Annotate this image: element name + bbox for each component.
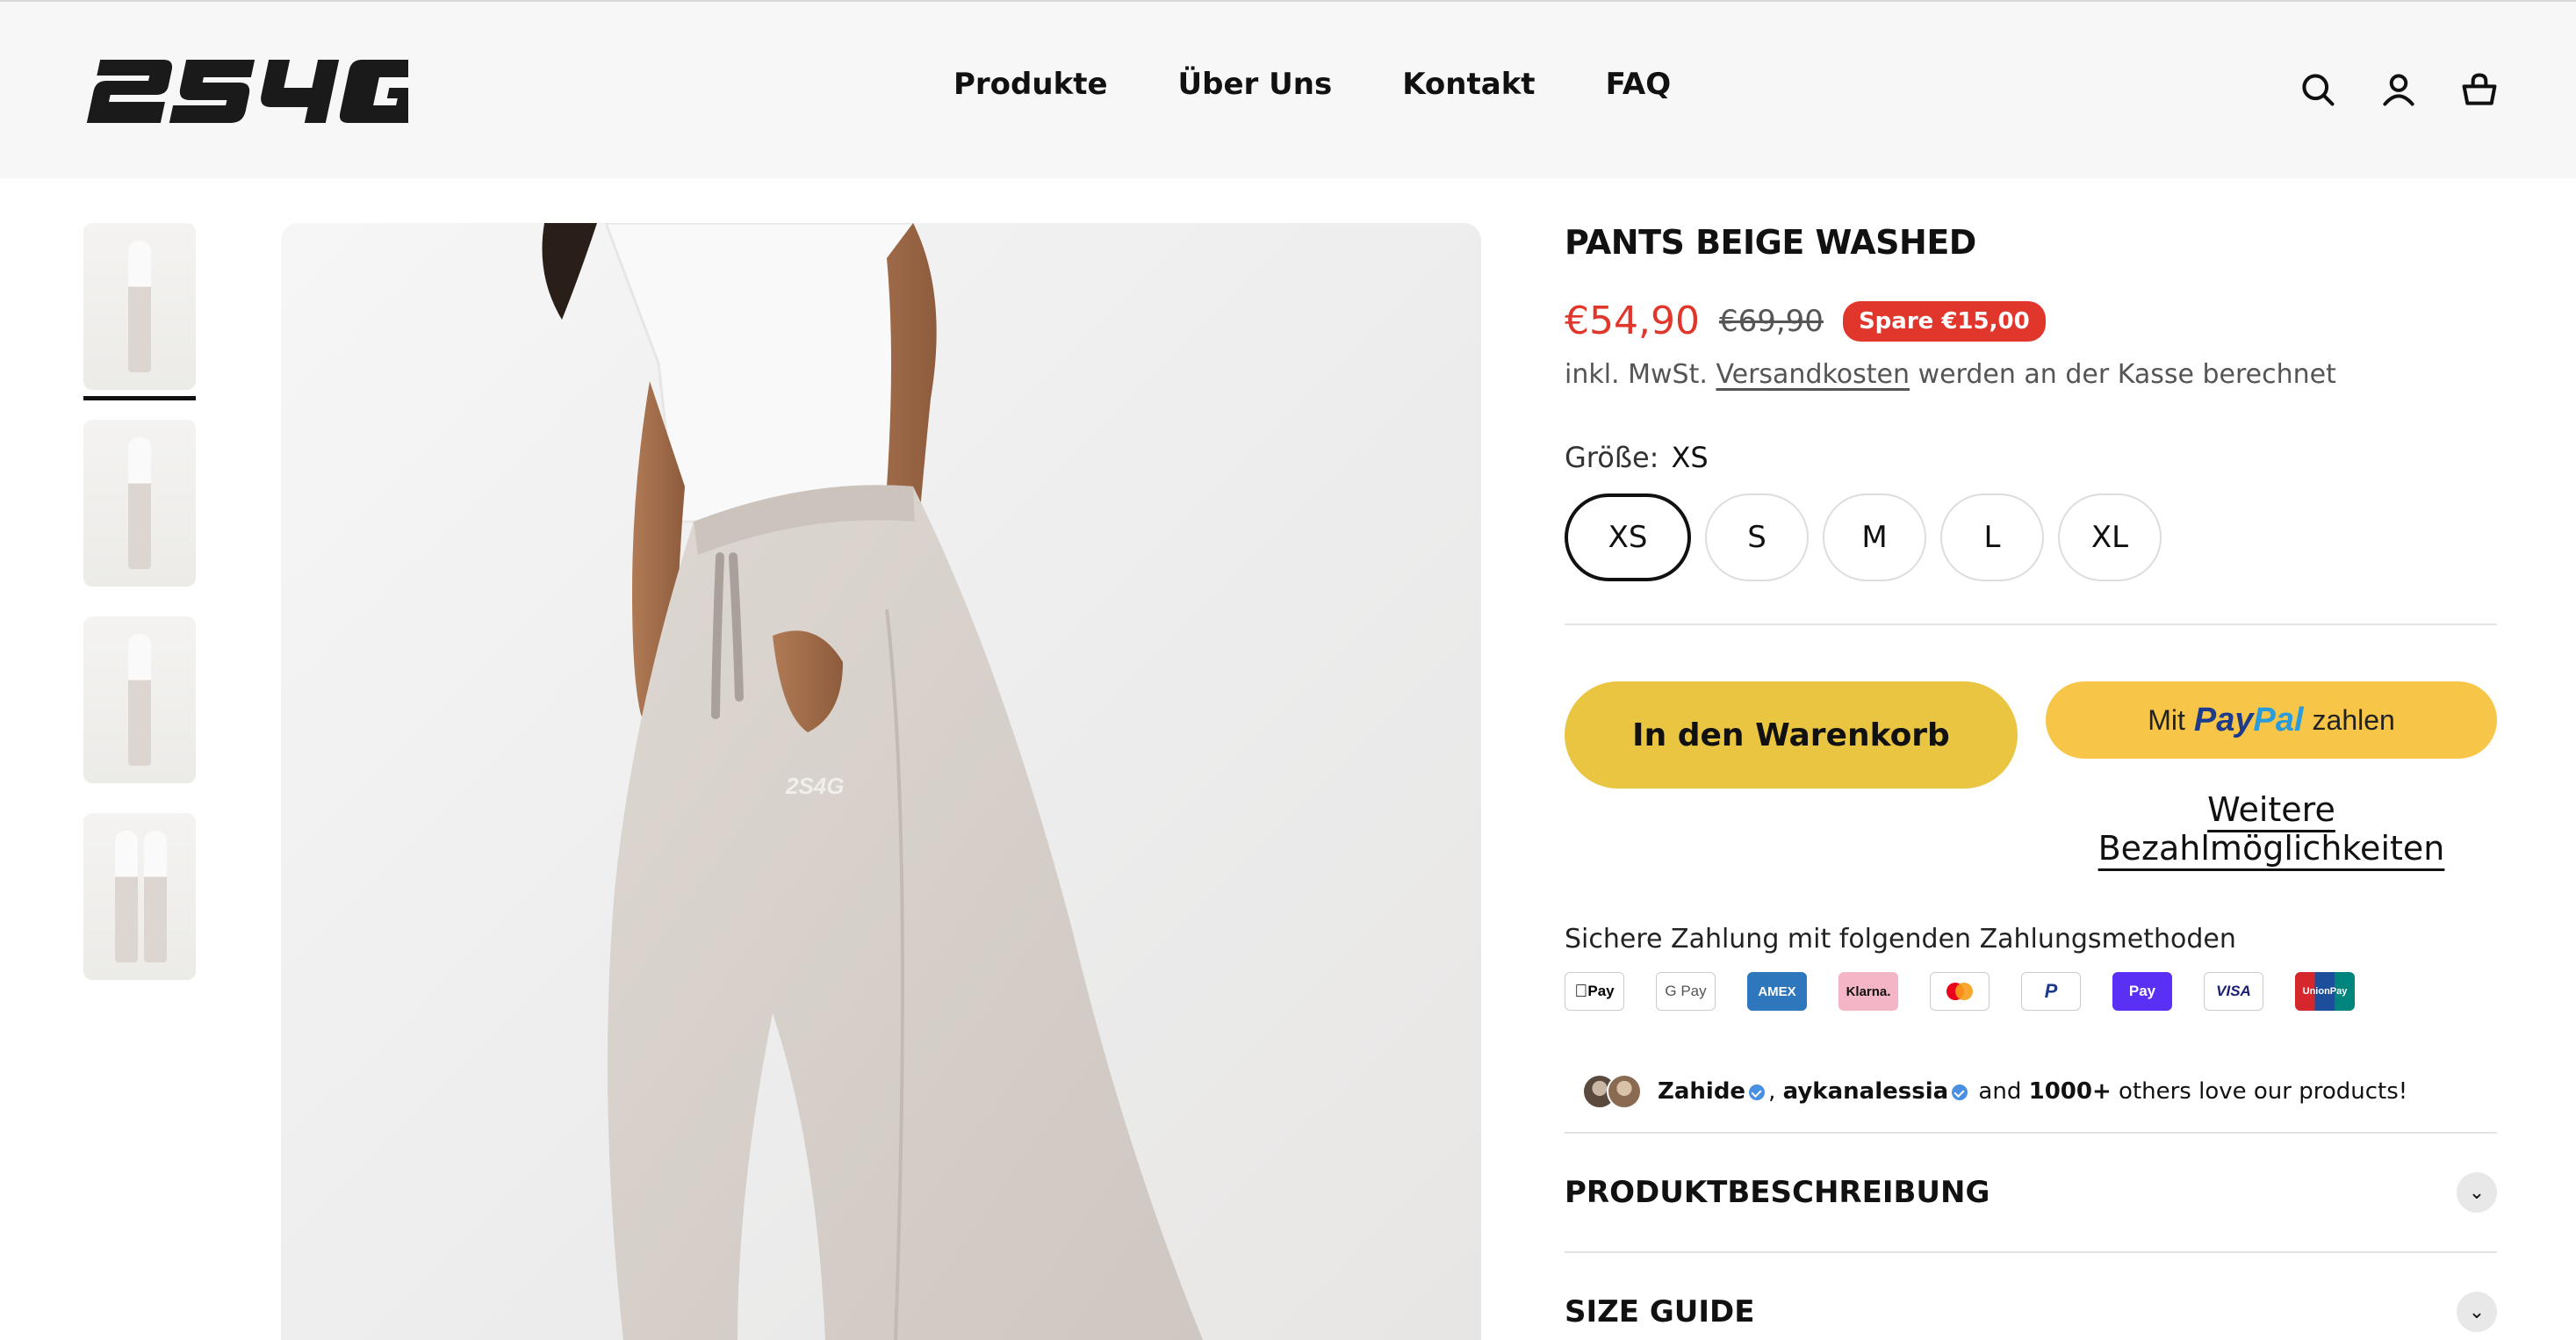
paypal-prefix: Mit: [2148, 703, 2185, 736]
paypal-button[interactable]: Mit PayPal zahlen: [2046, 681, 2497, 759]
size-option-m[interactable]: M: [1823, 493, 1926, 581]
accordion-label: SIZE GUIDE: [1565, 1294, 1755, 1329]
shipping-link[interactable]: Versandkosten: [1716, 359, 1910, 390]
paypal-icon: P: [2021, 972, 2081, 1011]
thumbnail-gallery: [83, 223, 198, 1010]
nav-ueber-uns[interactable]: Über Uns: [1178, 67, 1333, 102]
compare-price: €69,90: [1718, 303, 1824, 339]
size-selected-value: XS: [1671, 441, 1709, 474]
size-option-s[interactable]: S: [1705, 493, 1809, 581]
social-proof: Zahide, aykanalessia and 1000+ others lo…: [1565, 1074, 2497, 1109]
add-to-cart-button[interactable]: In den Warenkorb: [1565, 681, 2018, 789]
avatar: [1607, 1074, 1642, 1109]
active-thumbnail-indicator: [83, 396, 196, 400]
search-icon[interactable]: [2299, 70, 2337, 109]
size-label-text: Größe:: [1565, 441, 1659, 474]
save-badge: Spare €15,00: [1842, 300, 2046, 342]
accordion-label: PRODUKTBESCHREIBUNG: [1565, 1175, 1990, 1210]
visa-icon: VISA: [2204, 972, 2263, 1011]
account-icon[interactable]: [2379, 70, 2418, 109]
verified-icon: [1952, 1084, 1968, 1100]
thumbnail-4[interactable]: [83, 813, 196, 980]
divider: [1565, 623, 2497, 625]
cart-icon[interactable]: [2460, 70, 2499, 109]
express-checkout: Mit PayPal zahlen Weitere Bezahlmöglichk…: [2046, 681, 2497, 868]
accordion-produktbeschreibung[interactable]: PRODUKTBESCHREIBUNG ⌄: [1565, 1132, 2497, 1251]
size-label: Größe: XS: [1565, 441, 2497, 474]
logo-2s4g: [86, 60, 428, 123]
product-title: PANTS BEIGE WASHED: [1565, 223, 1976, 262]
amex-icon: AMEX: [1747, 972, 1807, 1011]
thumbnail-2[interactable]: [83, 420, 196, 587]
size-option-xs[interactable]: XS: [1565, 493, 1691, 581]
paypal-logo: PayPal: [2193, 701, 2304, 738]
product-photo: 2S4G: [542, 223, 1203, 1340]
unionpay-icon: UnionPay: [2295, 972, 2355, 1011]
social-text: Zahide, aykanalessia and 1000+ others lo…: [1658, 1078, 2408, 1105]
avatar-stack: [1582, 1074, 1642, 1109]
size-option-l[interactable]: L: [1940, 493, 2044, 581]
size-selector: XS S M L XL: [1565, 493, 2497, 581]
main-nav: Produkte Über Uns Kontakt FAQ: [953, 67, 1671, 102]
nav-kontakt[interactable]: Kontakt: [1402, 67, 1535, 102]
tax-prefix: inkl. MwSt.: [1565, 359, 1708, 390]
apple-pay-icon: Pay: [1565, 972, 1624, 1011]
chevron-down-icon: ⌄: [2457, 1292, 2497, 1332]
thumbnail-3[interactable]: [83, 616, 196, 783]
buy-buttons: In den Warenkorb Mit PayPal zahlen Weite…: [1565, 681, 2497, 868]
mastercard-icon: [1930, 972, 1990, 1011]
nav-faq[interactable]: FAQ: [1606, 67, 1672, 102]
product-info-panel: PANTS BEIGE WASHED €54,90 €69,90 Spare €…: [1565, 223, 2497, 1340]
size-option-xl[interactable]: XL: [2058, 493, 2162, 581]
brand-logo[interactable]: [83, 56, 428, 126]
shop-pay-icon: Pay: [2112, 972, 2172, 1011]
verified-icon: [1749, 1084, 1766, 1100]
paypal-suffix: zahlen: [2312, 703, 2395, 736]
sale-price: €54,90: [1565, 299, 1700, 343]
more-payment-options-link[interactable]: Weitere Bezahlmöglichkeiten: [2046, 790, 2497, 868]
site-header: Produkte Über Uns Kontakt FAQ: [0, 0, 2576, 178]
svg-text:2S4G: 2S4G: [785, 773, 845, 799]
tax-suffix: werden an der Kasse berechnet: [1918, 359, 2336, 390]
chevron-down-icon: ⌄: [2457, 1172, 2497, 1213]
payment-methods: Pay G Pay AMEX Klarna. P Pay VISA Union…: [1565, 972, 2497, 1011]
tax-info: inkl. MwSt. Versandkosten werden an der …: [1565, 359, 2497, 390]
price-row: €54,90 €69,90 Spare €15,00: [1565, 299, 2497, 343]
secure-payment-title: Sichere Zahlung mit folgenden Zahlungsme…: [1565, 924, 2236, 955]
nav-produkte[interactable]: Produkte: [953, 67, 1108, 102]
product-main-image[interactable]: 2S4G: [281, 223, 1481, 1340]
accordion-size-guide[interactable]: SIZE GUIDE ⌄: [1565, 1251, 2497, 1340]
google-pay-icon: G Pay: [1656, 972, 1716, 1011]
klarna-icon: Klarna.: [1838, 972, 1898, 1011]
thumbnail-1[interactable]: [83, 223, 196, 390]
header-actions: [2299, 70, 2499, 109]
